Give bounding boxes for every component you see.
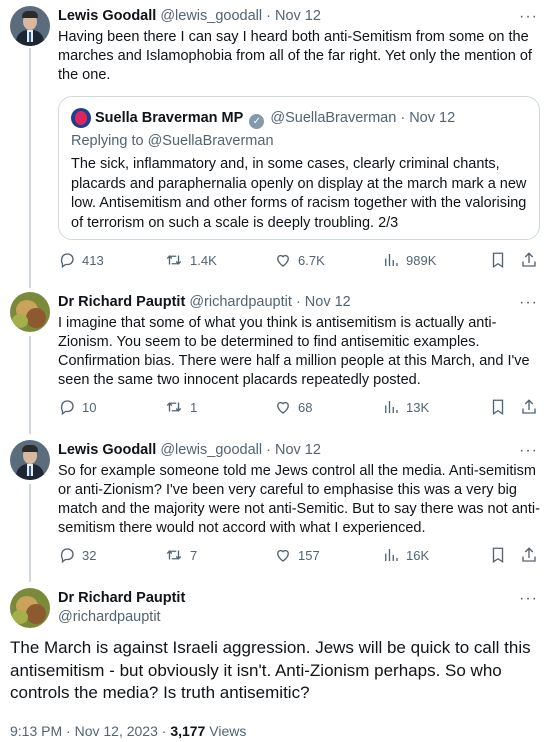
- tweet-actions: 32 7 157 16K: [58, 546, 544, 566]
- tweet-actions: 413 1.4K 6.7K 989K: [58, 251, 544, 271]
- views-icon: [385, 401, 398, 413]
- reply-button[interactable]: 32: [58, 546, 96, 566]
- retweet-button[interactable]: 7: [164, 546, 197, 566]
- avatar[interactable]: [10, 440, 50, 480]
- share-button[interactable]: [520, 398, 544, 418]
- author-handle: @SuellaBraverman: [270, 110, 397, 126]
- reply-icon: [60, 253, 74, 269]
- tweet-meta: 9:13 PM · Nov 12, 2023 · 3,177 Views: [10, 722, 246, 741]
- views-button[interactable]: 989K: [382, 251, 436, 271]
- view-count: 3,177: [170, 723, 206, 739]
- avatar[interactable]: [10, 588, 50, 628]
- like-count: 157: [298, 548, 320, 563]
- like-count: 6.7K: [298, 253, 325, 268]
- bookmark-icon: [492, 547, 504, 564]
- retweet-button[interactable]: 1: [164, 398, 197, 418]
- quoted-tweet[interactable]: Suella Braverman MP ✓ @SuellaBraverman ·…: [58, 96, 540, 240]
- bookmark-button[interactable]: [489, 251, 513, 271]
- share-icon: [522, 252, 536, 267]
- tweet-date: · Nov 12: [400, 110, 456, 126]
- author-name: Suella Braverman MP: [95, 110, 244, 126]
- like-button[interactable]: 68: [274, 398, 312, 418]
- tweet-text: Having been there I can say I heard both…: [58, 29, 532, 83]
- reply-count: 413: [82, 253, 104, 268]
- like-button[interactable]: 157: [274, 546, 320, 566]
- bookmark-button[interactable]: [489, 398, 513, 418]
- reply-icon: [60, 400, 74, 416]
- author-handle[interactable]: @richardpauptit: [189, 294, 292, 310]
- tweet-actions: 10 1 68 13K: [58, 398, 544, 418]
- retweet-icon: [166, 255, 182, 265]
- author-handle[interactable]: @lewis_goodall: [160, 8, 262, 24]
- more-icon[interactable]: ···: [519, 9, 538, 25]
- focused-tweet-text: The March is against Israeli aggression.…: [10, 638, 531, 702]
- views-icon: [385, 549, 398, 561]
- reply-icon: [60, 548, 74, 564]
- tweet[interactable]: Dr Richard Pauptit @richardpauptit · Nov…: [0, 286, 552, 434]
- share-icon: [522, 547, 536, 562]
- verified-badge-icon: ✓: [249, 114, 265, 129]
- bookmark-button[interactable]: [489, 546, 513, 566]
- views-count: 13K: [406, 400, 430, 415]
- like-icon: [277, 401, 289, 414]
- reply-button[interactable]: 10: [58, 398, 96, 418]
- reply-count: 10: [82, 400, 97, 415]
- share-button[interactable]: [520, 546, 544, 566]
- like-icon: [277, 549, 289, 562]
- tweet-timestamp[interactable]: 9:13 PM · Nov 12, 2023 ·: [10, 723, 170, 739]
- retweet-icon: [166, 402, 182, 412]
- author-handle[interactable]: @lewis_goodall: [160, 442, 262, 458]
- tweet-date[interactable]: · Nov 12: [266, 442, 321, 458]
- like-count: 68: [298, 400, 313, 415]
- avatar[interactable]: [71, 108, 91, 128]
- author-handle[interactable]: @richardpauptit: [58, 608, 185, 627]
- reply-button[interactable]: 413: [58, 251, 104, 271]
- tweet-text: So for example someone told me Jews cont…: [58, 463, 540, 536]
- author-name[interactable]: Lewis Goodall: [58, 8, 156, 24]
- tweet[interactable]: Lewis Goodall @lewis_goodall · Nov 12 ··…: [0, 434, 552, 582]
- views-icon: [385, 254, 398, 266]
- retweet-button[interactable]: 1.4K: [164, 251, 217, 271]
- like-icon: [277, 254, 289, 267]
- replying-to: Replying to @SuellaBraverman: [71, 133, 274, 149]
- author-name[interactable]: Dr Richard Pauptit: [58, 294, 185, 310]
- avatar[interactable]: [10, 292, 50, 332]
- retweet-count: 1: [190, 400, 198, 415]
- avatar[interactable]: [10, 6, 50, 46]
- tweet-text: I imagine that some of what you think is…: [58, 315, 530, 388]
- like-button[interactable]: 6.7K: [274, 251, 325, 271]
- quoted-tweet-text: The sick, inflammatory and, in some case…: [71, 156, 527, 231]
- tweet-date[interactable]: · Nov 12: [296, 294, 351, 310]
- share-button[interactable]: [520, 251, 544, 271]
- bookmark-icon: [492, 399, 504, 416]
- views-count: 989K: [406, 253, 437, 268]
- share-icon: [522, 399, 536, 414]
- tweet-date[interactable]: · Nov 12: [266, 8, 321, 24]
- views-count: 16K: [406, 548, 430, 563]
- views-label: Views: [205, 723, 247, 739]
- bookmark-icon: [492, 252, 504, 269]
- views-button[interactable]: 13K: [382, 398, 429, 418]
- reply-count: 32: [82, 548, 97, 563]
- more-icon[interactable]: ···: [519, 591, 538, 607]
- more-icon[interactable]: ···: [519, 295, 538, 311]
- views-button[interactable]: 16K: [382, 546, 429, 566]
- tweet[interactable]: Lewis Goodall @lewis_goodall · Nov 12 ··…: [0, 0, 552, 286]
- retweet-count: 7: [190, 548, 198, 563]
- retweet-count: 1.4K: [190, 253, 217, 268]
- retweet-icon: [166, 550, 182, 560]
- author-name[interactable]: Lewis Goodall: [58, 442, 156, 458]
- author-name[interactable]: Dr Richard Pauptit: [58, 589, 185, 608]
- more-icon[interactable]: ···: [519, 443, 538, 459]
